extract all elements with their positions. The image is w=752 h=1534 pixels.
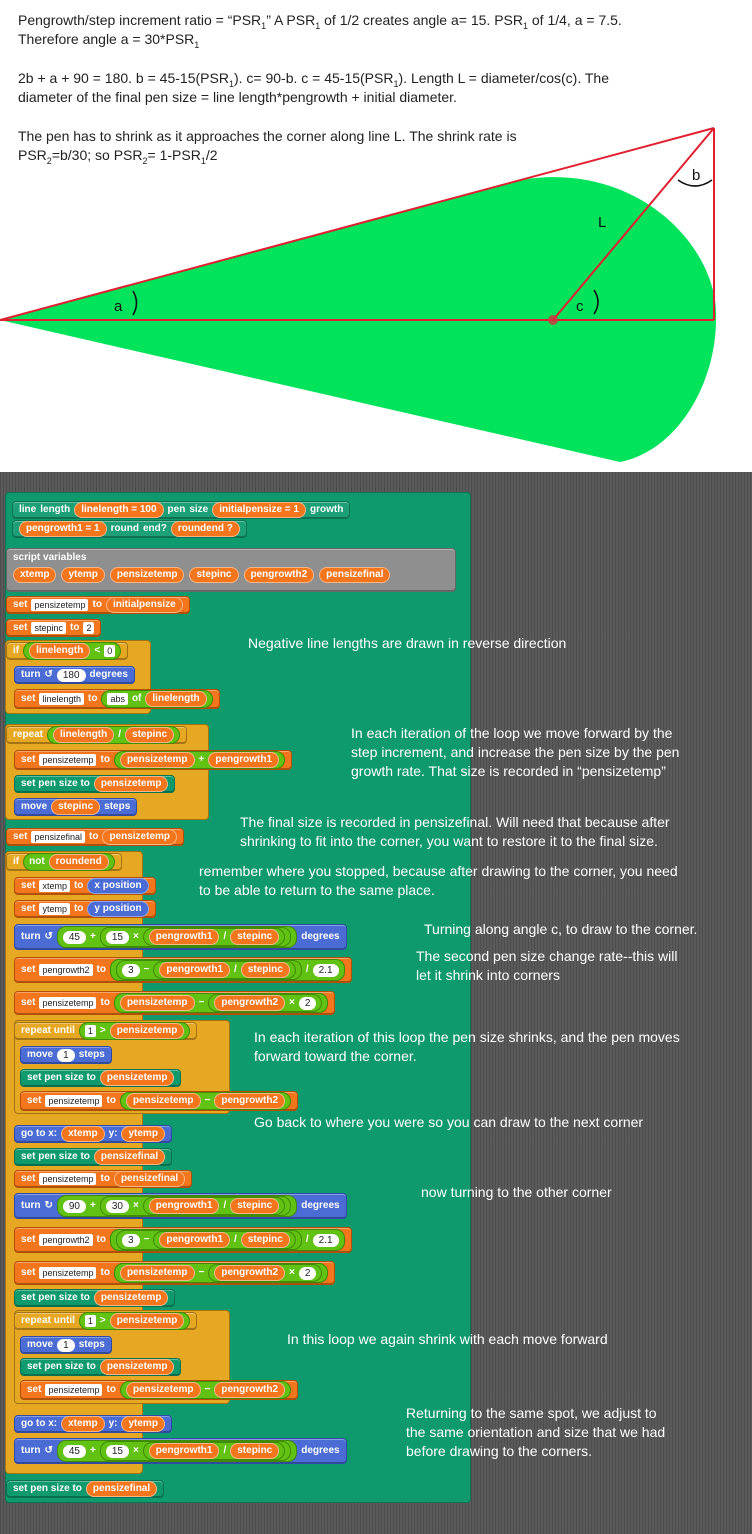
script-var[interactable]: stepinc [189,567,239,583]
repeat-until-block-1[interactable]: repeat until 1 > pensizetemp [14,1022,198,1040]
custom-block-prototype-row2[interactable]: pengrowth1 = 1 round end? roundend ? [12,520,247,538]
script-area[interactable]: line length linelength = 100 pen size init… [0,472,752,1534]
set-pensizetemp-final-block[interactable]: set pensizetemp to pensizefinal [14,1170,193,1188]
annotation: The second pen size change rate--this wi… [416,948,678,964]
annotation: growth rate. That size is recorded in “p… [351,763,666,779]
set-ytemp-block[interactable]: set ytemp to y position [14,900,156,918]
move-1-block-2[interactable]: move 1 steps [20,1336,112,1354]
set-pensizetemp-loop1-block[interactable]: set pensizetemp to pensizetemp − pengrowth2 [20,1091,299,1111]
label-b: b [692,167,700,184]
annotation: Go back to where you were so you can dra… [254,1114,644,1130]
annotation: shrinking to fit into the corner, you wa… [240,833,658,849]
set-pengrowth2-block-2[interactable]: set pengrowth2 to 3− pengrowth1/stepinc/2.1 [14,1227,352,1253]
set-pen-size-block[interactable]: set pen size to pensizetemp [14,775,176,793]
turn-angle-c-block[interactable]: turn ↺ 45 +15 × pengrowth1/stepinc degrees [14,924,347,950]
annotation: the same orientation and size that we ha… [406,1424,666,1440]
set-pen-size-final-block-2[interactable]: set pen size to pensizefinal [6,1480,165,1498]
center-point [548,315,558,325]
set-pensizetemp-growth-block[interactable]: set pensizetemp to pensizetemp + pengrowth1 [14,750,293,770]
goto-xy-block-2[interactable]: go to x: xtemp y: ytemp [14,1415,172,1433]
turn-restore-block[interactable]: turn ↺ 45 +15 × pengrowth1/stepinc degrees [14,1438,347,1464]
move-stepinc-block[interactable]: move stepinc steps [14,798,138,816]
set-pensizetemp-shrink-block-2[interactable]: set pensizetemp to pensizetemp − pengrowth2 × 2 [14,1261,336,1285]
turn-180-block[interactable]: turn ↺ 180 degrees [14,666,135,684]
annotation: step increment, and increase the pen siz… [351,744,680,760]
set-pen-size-loop2-block[interactable]: set pen size to pensizetemp [20,1358,182,1376]
script-var[interactable]: pengrowth2 [243,567,315,583]
set-pen-size-loop1-block[interactable]: set pen size to pensizetemp [20,1069,182,1087]
set-pen-size-final-block-1[interactable]: set pen size to pensizefinal [14,1148,173,1166]
set-pen-size-block-3[interactable]: set pen size to pensizetemp [14,1289,176,1307]
param-roundend[interactable]: roundend ? [170,521,240,537]
goto-xy-block-1[interactable]: go to x: xtemp y: ytemp [14,1125,172,1143]
set-pengrowth2-block[interactable]: set pengrowth2 to 3− pengrowth1/stepinc/2.1 [14,957,352,983]
script-var[interactable]: pensizefinal [319,567,391,583]
annotation: forward toward the corner. [254,1048,417,1064]
custom-block-prototype-row1[interactable]: line length linelength = 100 pen size init… [12,501,351,519]
explanation-panel: Pengrowth/step increment ratio = “PSR1” … [0,0,752,472]
param-initialpensize[interactable]: initialpensize = 1 [212,502,306,518]
annotation: The final size is recorded in pensizefin… [240,814,670,830]
script-var[interactable]: pensizetemp [109,567,185,583]
annotation: let it shrink into corners [416,967,560,983]
if-block[interactable]: if linelength <0 [6,642,129,660]
annotation: In each iteration of the loop we move fo… [351,725,673,741]
param-linelength[interactable]: linelength = 100 [74,502,164,518]
set-xtemp-block[interactable]: set xtemp to x position [14,877,156,895]
set-pensizetemp-block[interactable]: set pensizetemp to initialpensize [6,596,190,614]
repeat-until-block-2[interactable]: repeat until 1 > pensizetemp [14,1312,198,1330]
repeat-block[interactable]: repeat linelength / stepinc [6,726,188,744]
annotation: In this loop we again shrink with each m… [287,1331,608,1347]
label-L: L [598,214,606,231]
label-a: a [114,298,123,315]
set-linelength-abs-block[interactable]: set linelength to abs of linelength [14,689,220,709]
set-stepinc-block[interactable]: set stepinc to 2 [6,619,102,637]
annotation: to be able to return to the same place. [199,882,435,898]
turn-other-corner-block[interactable]: turn ↻ 90 +30 × pengrowth1/stepinc degrees [14,1193,347,1219]
set-pensizefinal-block[interactable]: set pensizefinal to pensizetemp [6,828,185,846]
set-pensizetemp-loop2-block[interactable]: set pensizetemp to pensizetemp − pengrowth2 [20,1380,299,1400]
annotation: now turning to the other corner [421,1184,612,1200]
geometry-diagram: a c b L [0,127,717,463]
page: { "notes":{ "l1a":"Pengrowth/step increm… [0,0,752,1534]
annotation: Returning to the same spot, we adjust to [406,1405,657,1421]
annotation: Turning along angle c, to draw to the co… [424,921,698,937]
script-var[interactable]: xtemp [13,567,57,583]
if-not-roundend-block[interactable]: if not roundend [6,853,122,871]
annotation: before drawing to the corners. [406,1443,592,1459]
set-pensizetemp-shrink-block[interactable]: set pensizetemp to pensizetemp − pengrowth2 × 2 [14,991,336,1015]
label-c: c [576,298,584,315]
param-pengrowth1[interactable]: pengrowth1 = 1 [19,521,107,537]
annotation: Negative line lengths are drawn in rever… [248,635,567,651]
annotation: remember where you stopped, because afte… [199,863,678,879]
script-var[interactable]: ytemp [61,567,105,583]
move-1-block[interactable]: move 1 steps [20,1046,112,1064]
script-variables-block[interactable]: script variables xtemp ytemp pensizetemp… [6,548,456,592]
annotation: In each iteration of this loop the pen s… [254,1029,680,1045]
